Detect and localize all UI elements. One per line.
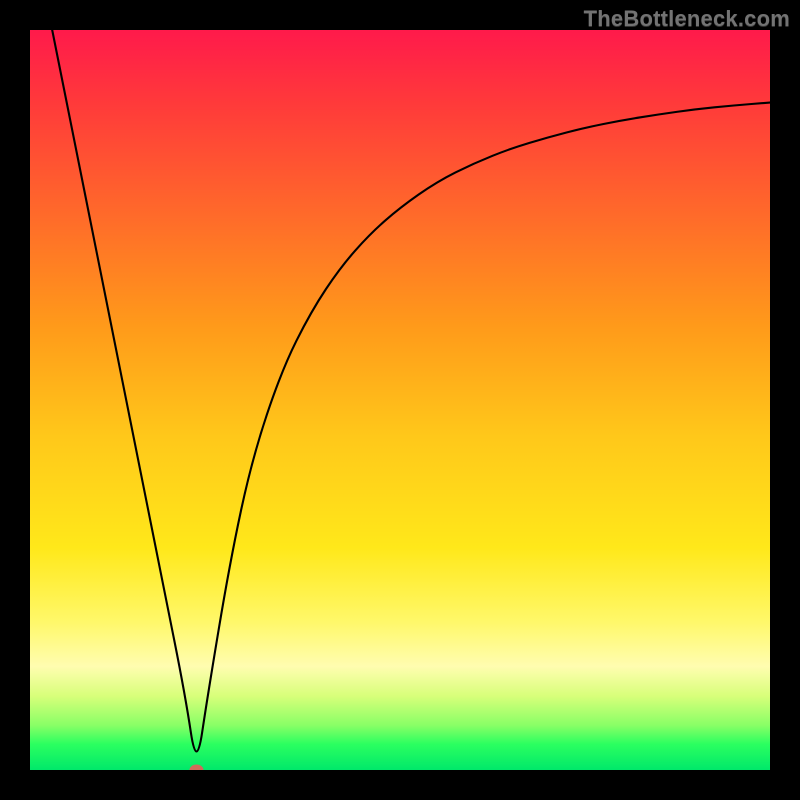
plot-svg bbox=[30, 30, 770, 770]
outer-frame: TheBottleneck.com bbox=[0, 0, 800, 800]
watermark-text: TheBottleneck.com bbox=[584, 6, 790, 32]
marker-dot bbox=[190, 765, 204, 771]
plot-area bbox=[30, 30, 770, 770]
curve-line bbox=[52, 30, 770, 752]
